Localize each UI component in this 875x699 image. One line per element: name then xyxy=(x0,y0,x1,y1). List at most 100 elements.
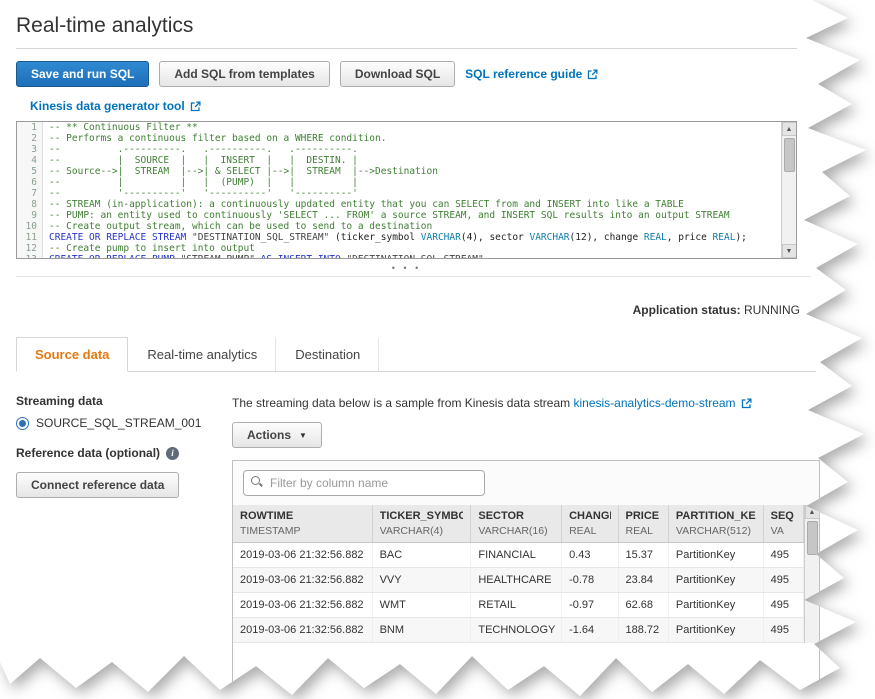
code-text: -- Create output stream, which can be us… xyxy=(43,221,432,232)
search-icon xyxy=(251,476,263,488)
editor-resize-handle[interactable]: • • • xyxy=(16,259,797,276)
kinesis-data-generator-label: Kinesis data generator tool xyxy=(30,99,185,113)
column-header-change[interactable]: CHANGEREAL xyxy=(562,505,618,543)
add-sql-from-templates-button[interactable]: Add SQL from templates xyxy=(159,61,329,87)
editor-line[interactable]: 5-- Source-->| STREAM |-->| & SELECT |--… xyxy=(17,166,780,177)
kinesis-data-generator-link[interactable]: Kinesis data generator tool xyxy=(30,99,201,113)
line-number: 4 xyxy=(17,155,43,166)
table-header-row: ROWTIMETIMESTAMPTICKER_SYMBOLVARCHAR(4)S… xyxy=(233,505,804,543)
actions-dropdown-button[interactable]: Actions ▼ xyxy=(232,422,322,448)
editor-line[interactable]: 4-- | SOURCE | | INSERT | | DESTIN. | xyxy=(17,155,780,166)
console-page: Real-time analytics Save and run SQL Add… xyxy=(0,0,875,699)
editor-line[interactable]: 6-- | | | (PUMP) | | | xyxy=(17,177,780,188)
table-cell: 495 xyxy=(763,618,803,643)
editor-line[interactable]: 1-- ** Continuous Filter ** xyxy=(17,122,780,133)
editor-line[interactable]: 12-- Create pump to insert into output xyxy=(17,243,780,254)
application-status-label: Application status: xyxy=(633,303,741,317)
download-sql-button[interactable]: Download SQL xyxy=(340,61,455,87)
table-cell: BAC xyxy=(372,543,471,568)
line-number: 5 xyxy=(17,166,43,177)
editor-scrollbar[interactable]: ▲ ▼ xyxy=(781,122,796,258)
table-cell: 188.72 xyxy=(618,618,668,643)
code-text: -- .----------. .----------. .----------… xyxy=(43,144,358,155)
column-header-partition_key[interactable]: PARTITION_KEYVARCHAR(512) xyxy=(668,505,763,543)
editor-line[interactable]: 13CREATE OR REPLACE PUMP "STREAM_PUMP" A… xyxy=(17,254,780,259)
column-header-rowtime[interactable]: ROWTIMETIMESTAMP xyxy=(233,505,372,543)
demo-stream-link[interactable]: kinesis-analytics-demo-stream xyxy=(574,396,752,410)
chevron-down-icon: ▼ xyxy=(299,431,307,440)
source-data-panel: Streaming data SOURCE_SQL_STREAM_001 Ref… xyxy=(16,386,875,699)
editor-line[interactable]: 3-- .----------. .----------. .---------… xyxy=(17,144,780,155)
table-cell: 495 xyxy=(763,568,803,593)
line-number: 9 xyxy=(17,210,43,221)
tab-destination[interactable]: Destination xyxy=(276,337,379,371)
info-icon[interactable]: i xyxy=(166,447,179,460)
editor-line[interactable]: 8-- STREAM (in-application): a continuou… xyxy=(17,199,780,210)
table-cell: -0.97 xyxy=(562,593,618,618)
sql-editor-lines: 1-- ** Continuous Filter **2-- Performs … xyxy=(17,122,780,258)
stream-selection-column: Streaming data SOURCE_SQL_STREAM_001 Ref… xyxy=(16,386,212,699)
table-cell: RETAIL xyxy=(471,593,562,618)
table-cell: HEALTHCARE xyxy=(471,568,562,593)
sample-data-table-panel: ROWTIMETIMESTAMPTICKER_SYMBOLVARCHAR(4)S… xyxy=(232,460,820,699)
sql-reference-guide-label: SQL reference guide xyxy=(465,67,582,81)
editor-line[interactable]: 7-- '----------' '----------' '---------… xyxy=(17,188,780,199)
code-text: CREATE OR REPLACE STREAM "DESTINATION_SQ… xyxy=(43,232,747,243)
table-row[interactable]: 2019-03-06 21:32:56.882BACFINANCIAL0.431… xyxy=(233,543,804,568)
table-cell: BNM xyxy=(372,618,471,643)
column-header-seq[interactable]: SEQVA xyxy=(763,505,803,543)
table-cell: 15.37 xyxy=(618,543,668,568)
table-row[interactable]: 2019-03-06 21:32:56.882VVYHEALTHCARE-0.7… xyxy=(233,568,804,593)
application-status-value: RUNNING xyxy=(744,303,800,317)
code-text: CREATE OR REPLACE PUMP "STREAM_PUMP" AS … xyxy=(43,254,484,259)
actions-label: Actions xyxy=(247,428,291,442)
line-number: 11 xyxy=(17,232,43,243)
editor-line[interactable]: 10-- Create output stream, which can be … xyxy=(17,221,780,232)
line-number: 8 xyxy=(17,199,43,210)
table-row[interactable]: 2019-03-06 21:32:56.882BNMTECHNOLOGY-1.6… xyxy=(233,618,804,643)
line-number: 13 xyxy=(17,254,43,259)
column-header-sector[interactable]: SECTORVARCHAR(16) xyxy=(471,505,562,543)
table-scrollbar-thumb[interactable] xyxy=(807,521,818,555)
save-and-run-sql-button[interactable]: Save and run SQL xyxy=(16,61,149,87)
external-link-icon xyxy=(190,101,201,112)
tab-real-time-analytics[interactable]: Real-time analytics xyxy=(128,337,276,371)
scroll-up-icon: ▲ xyxy=(786,126,793,133)
table-cell: PartitionKey xyxy=(668,543,763,568)
table-cell: VVY xyxy=(372,568,471,593)
scroll-down-button[interactable]: ▼ xyxy=(782,244,797,258)
sample-description: The streaming data below is a sample fro… xyxy=(232,396,832,410)
editor-line[interactable]: 2-- Performs a continuous filter based o… xyxy=(17,133,780,144)
sql-editor[interactable]: 1-- ** Continuous Filter **2-- Performs … xyxy=(16,121,797,259)
scroll-up-icon: ▲ xyxy=(809,509,816,516)
scroll-down-icon: ▼ xyxy=(786,248,793,255)
line-number: 7 xyxy=(17,188,43,199)
column-header-ticker_symbol[interactable]: TICKER_SYMBOLVARCHAR(4) xyxy=(372,505,471,543)
editor-scrollbar-thumb[interactable] xyxy=(784,138,795,172)
code-text: -- Performs a continuous filter based on… xyxy=(43,133,386,144)
scroll-up-button[interactable]: ▲ xyxy=(805,505,820,519)
sql-toolbar: Save and run SQL Add SQL from templates … xyxy=(16,61,875,87)
editor-line[interactable]: 11CREATE OR REPLACE STREAM "DESTINATION_… xyxy=(17,232,780,243)
table-cell: 0.43 xyxy=(562,543,618,568)
connect-reference-data-button[interactable]: Connect reference data xyxy=(16,472,179,498)
scroll-up-button[interactable]: ▲ xyxy=(782,122,797,136)
source-stream-option[interactable]: SOURCE_SQL_STREAM_001 xyxy=(16,416,212,430)
radio-selected-icon[interactable] xyxy=(16,417,29,430)
filter-columns-input[interactable] xyxy=(243,470,485,496)
line-number: 12 xyxy=(17,243,43,254)
column-header-price[interactable]: PRICEREAL xyxy=(618,505,668,543)
sample-data-column: The streaming data below is a sample fro… xyxy=(232,386,832,699)
code-text: -- | | | (PUMP) | | | xyxy=(43,177,358,188)
table-scrollbar[interactable]: ▲ xyxy=(804,505,819,643)
tab-source-data[interactable]: Source data xyxy=(16,337,128,372)
results-tab-bar: Source dataReal-time analyticsDestinatio… xyxy=(16,337,816,372)
code-text: -- ** Continuous Filter ** xyxy=(43,122,198,133)
table-row[interactable]: 2019-03-06 21:32:56.882WMTRETAIL-0.9762.… xyxy=(233,593,804,618)
torn-screenshot-sheet: Real-time analytics Save and run SQL Add… xyxy=(0,0,875,699)
code-text: -- Create pump to insert into output xyxy=(43,243,255,254)
editor-line[interactable]: 9-- PUMP: an entity used to continuously… xyxy=(17,210,780,221)
table-cell: PartitionKey xyxy=(668,618,763,643)
sql-reference-guide-link[interactable]: SQL reference guide xyxy=(465,67,598,81)
reference-data-label: Reference data (optional) xyxy=(16,446,160,460)
